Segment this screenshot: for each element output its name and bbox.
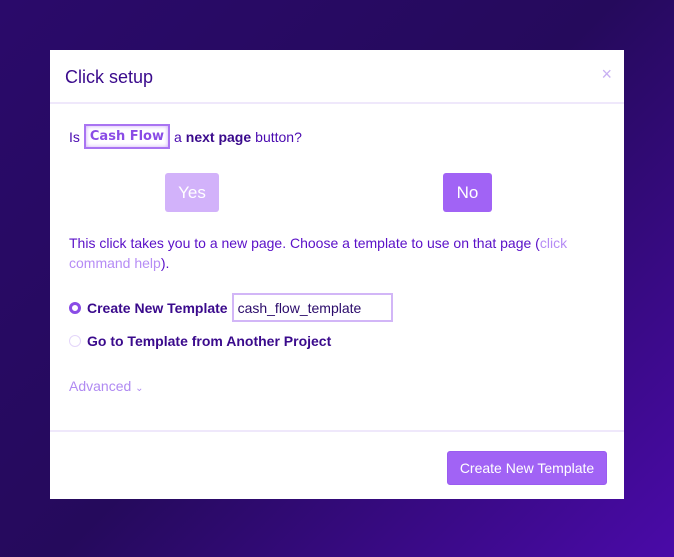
option-label: Create New Template — [87, 299, 228, 316]
option-go-to-template[interactable]: Go to Template from Another Project — [69, 333, 331, 349]
chevron-down-icon: ⌄ — [135, 383, 144, 394]
close-icon[interactable]: × — [601, 64, 612, 85]
element-tag: Cash Flow — [83, 124, 170, 149]
info-body: This click takes you to a new page. Choo… — [69, 235, 540, 251]
dialog-title: Click setup — [65, 67, 154, 87]
option-label: Go to Template from Another Project — [87, 333, 332, 349]
template-name-input[interactable] — [231, 293, 393, 322]
question-prefix: Is — [69, 128, 80, 145]
question: Is Cash Flow a next page button? — [69, 124, 302, 149]
create-new-template-button[interactable]: Create New Template — [447, 451, 607, 485]
option-create-new-template[interactable]: Create New Template — [69, 293, 393, 322]
radio-selected[interactable] — [69, 301, 81, 314]
radio-unselected[interactable] — [69, 335, 81, 347]
advanced-toggle[interactable]: Advanced ⌄ — [69, 378, 144, 394]
click-setup-dialog: Click setup × Is Cash Flow a next page b… — [50, 50, 624, 499]
yes-button[interactable]: Yes — [165, 173, 219, 212]
question-bold: next page — [185, 128, 252, 145]
no-button[interactable]: No — [443, 173, 492, 212]
question-suffix: button? — [255, 128, 302, 145]
question-middle: a — [174, 128, 182, 145]
info-end: ). — [160, 255, 170, 271]
info-text: This click takes you to a new page. Choo… — [69, 233, 599, 273]
footer-divider — [50, 430, 624, 432]
dialog-header: Click setup × — [50, 50, 624, 104]
advanced-label: Advanced — [69, 378, 132, 394]
